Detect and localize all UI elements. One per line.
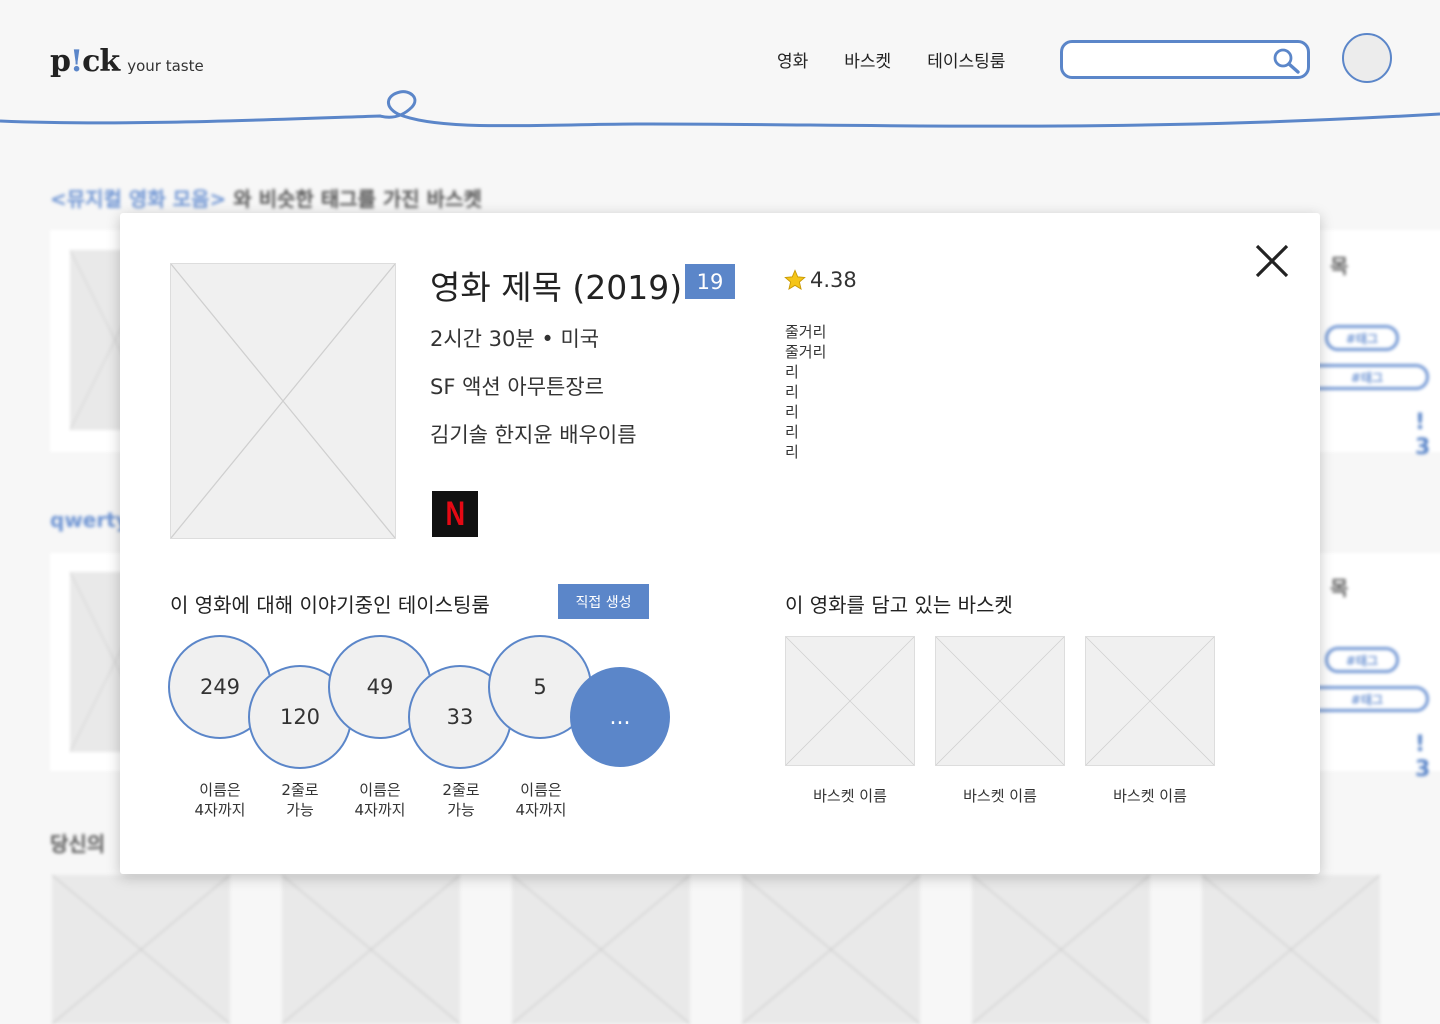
synopsis-line: 줄거리 — [785, 323, 827, 341]
search-icon[interactable] — [1271, 46, 1301, 76]
netflix-icon[interactable]: N — [432, 491, 478, 537]
bg-side-title: 목 — [1330, 576, 1349, 600]
tasting-rooms-title: 이 영화에 대해 이야기중인 테이스팅룸 — [170, 593, 490, 617]
bg-placeholder-image — [282, 875, 460, 1024]
movie-rating: 4.38 — [784, 268, 857, 292]
movie-synopsis: 줄거리 줄거리 리 리 리 리 리 — [785, 322, 826, 462]
user-avatar[interactable] — [1342, 33, 1392, 83]
tasting-room-label: 2줄로 가능 — [281, 781, 319, 819]
bg-side-title: 목 — [1330, 254, 1349, 278]
basket-thumbnail[interactable] — [935, 636, 1065, 766]
synopsis-line: 줄거리 — [785, 343, 827, 361]
header-wave-divider — [0, 90, 1440, 128]
logo-exclamation: ! — [69, 44, 83, 79]
tasting-room-label: 이름은 4자까지 — [354, 781, 406, 819]
nav-item-basket[interactable]: 바스켓 — [844, 47, 891, 72]
close-icon[interactable] — [1254, 243, 1290, 279]
bg-placeholder-image — [742, 875, 920, 1024]
movie-title: 영화 제목 (2019) — [430, 268, 683, 307]
bg-section-title: <뮤지컬 영화 모음> 와 비슷한 태그를 가진 바스켓 — [50, 187, 482, 211]
search-input[interactable] — [1073, 49, 1263, 71]
age-rating-badge: 19 — [685, 264, 735, 299]
bg-placeholder-image — [512, 875, 690, 1024]
movie-detail-modal: 영화 제목 (2019) 19 2시간 30분 • 미국 SF 액션 아무튼장르… — [120, 213, 1320, 874]
movie-runtime-country: 2시간 30분 • 미국 — [430, 327, 600, 351]
tasting-room-label: 이름은 4자까지 — [515, 781, 567, 819]
synopsis-line: 리 — [785, 423, 799, 441]
tasting-room-label: 2줄로 가능 — [442, 781, 480, 819]
bg-tag: #태그 — [1305, 364, 1429, 390]
bg-tag: #태그 — [1305, 686, 1429, 712]
logo-mark: p!ck — [50, 44, 120, 79]
bg-section-title: 당신의 — [50, 832, 106, 856]
movie-cast: 김기솔 한지윤 배우이름 — [430, 423, 637, 447]
bg-mark: ! 3 — [1415, 410, 1431, 460]
search-box — [1060, 40, 1310, 79]
logo-tagline: your taste — [127, 57, 204, 75]
basket-name[interactable]: 바스켓 이름 — [935, 785, 1065, 806]
bg-tag: #태그 — [1325, 325, 1399, 351]
star-icon — [784, 269, 806, 290]
tasting-room-label: 이름은 4자까지 — [194, 781, 246, 819]
movie-poster — [170, 263, 396, 539]
synopsis-line: 리 — [785, 443, 799, 461]
synopsis-line: 리 — [785, 383, 799, 401]
bg-mark: ! 3 — [1415, 732, 1431, 782]
bg-placeholder-image — [1202, 875, 1380, 1024]
main-nav: 영화 바스켓 테이스팅룸 — [777, 47, 1005, 72]
bg-tag: #태그 — [1325, 647, 1399, 673]
bg-placeholder-image — [52, 875, 230, 1024]
basket-name[interactable]: 바스켓 이름 — [1085, 785, 1215, 806]
basket-thumbnail[interactable] — [1085, 636, 1215, 766]
more-rooms-button[interactable]: ... — [570, 667, 670, 767]
basket-name[interactable]: 바스켓 이름 — [785, 785, 915, 806]
nav-item-movies[interactable]: 영화 — [777, 47, 808, 72]
nav-item-tasting-room[interactable]: 테이스팅룸 — [927, 47, 1005, 72]
synopsis-line: 리 — [785, 403, 799, 421]
basket-thumbnail[interactable] — [785, 636, 915, 766]
movie-genres: SF 액션 아무튼장르 — [430, 375, 604, 399]
baskets-title: 이 영화를 담고 있는 바스켓 — [785, 593, 1013, 617]
create-room-button[interactable]: 직접 생성 — [558, 584, 649, 619]
logo[interactable]: p!ck your taste — [50, 44, 204, 79]
synopsis-line: 리 — [785, 363, 799, 381]
bg-placeholder-image — [972, 875, 1150, 1024]
bg-section-title: qwerty — [50, 508, 129, 532]
rating-value: 4.38 — [810, 268, 857, 292]
